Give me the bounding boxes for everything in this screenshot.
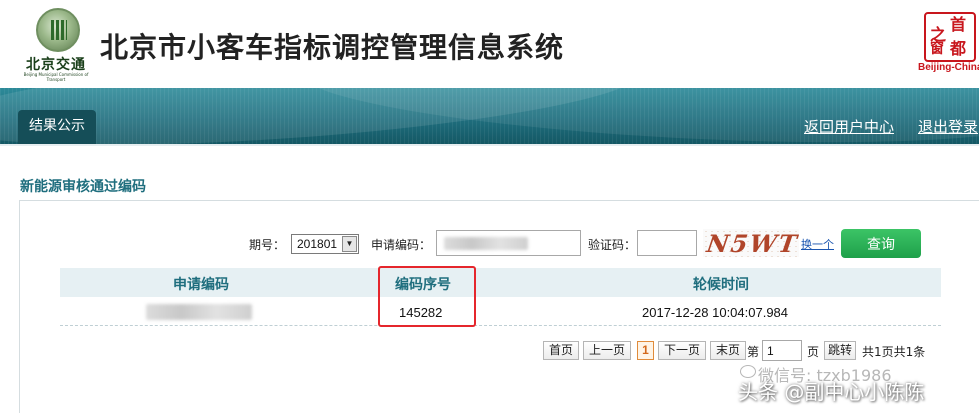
next-page-button[interactable]: 下一页: [658, 341, 706, 360]
redacted-code-input-value: [444, 237, 528, 250]
captcha-image[interactable]: N5WT: [703, 229, 799, 257]
captcha-input[interactable]: [637, 230, 697, 256]
chevron-down-icon: ▼: [342, 236, 357, 252]
capital-window-logo: 首 之 都 窗 Beijing-China: [918, 10, 979, 74]
column-header-application-code: 申请编码: [173, 277, 229, 293]
page-title: 北京市小客车指标调控管理信息系统: [100, 31, 565, 64]
query-button[interactable]: 查询: [841, 229, 921, 258]
current-page-indicator: 1: [637, 341, 654, 360]
seal-icon: 首 之 都 窗: [924, 12, 976, 62]
goto-prefix: 第: [747, 345, 760, 359]
logo-emblem-icon: [36, 8, 80, 52]
page-header: 北京交通 Beijing Municipal Commission of Tra…: [0, 0, 979, 88]
seal-char-1: 首: [950, 15, 967, 34]
capital-window-caption: Beijing-China: [918, 62, 979, 73]
captcha-label: 验证码：: [588, 238, 637, 252]
highlight-box: [378, 266, 476, 327]
refresh-captcha-link[interactable]: 换一个: [801, 236, 834, 252]
period-select[interactable]: 201801 ▼: [291, 234, 359, 254]
page-root: 北京交通 Beijing Municipal Commission of Tra…: [0, 0, 979, 413]
row-divider: [60, 325, 941, 326]
logo-brand-text: 北京交通: [26, 57, 86, 73]
tab-result-publicity[interactable]: 结果公示: [18, 110, 96, 144]
column-header-waiting-time: 轮候时间: [693, 277, 749, 293]
period-select-value: 201801: [297, 237, 338, 251]
redacted-application-code: [146, 304, 252, 320]
prev-page-button[interactable]: 上一页: [583, 341, 631, 360]
pagination-summary: 共1页共1条: [862, 345, 926, 359]
nav-divider: [0, 144, 979, 146]
seal-char-2: 都: [950, 39, 967, 58]
logo-subtext: Beijing Municipal Commission of Transpor…: [23, 72, 89, 82]
seal-char-4: 窗: [930, 41, 944, 57]
goto-suffix: 页: [807, 345, 820, 359]
last-page-button[interactable]: 末页: [710, 341, 746, 360]
captcha-text: N5WT: [704, 229, 799, 257]
first-page-button[interactable]: 首页: [543, 341, 579, 360]
application-code-label: 申请编码：: [371, 238, 432, 252]
cell-waiting-time: 2017-12-28 10:04:07.984: [642, 305, 789, 320]
beijing-transport-logo: 北京交通 Beijing Municipal Commission of Tra…: [18, 8, 94, 82]
period-label: 期号：: [249, 238, 286, 252]
section-title: 新能源审核通过编码: [20, 179, 146, 195]
author-watermark: 头条 @副中心小陈陈: [738, 380, 925, 404]
goto-page-input[interactable]: [762, 340, 802, 361]
logout-link[interactable]: 退出登录: [918, 116, 978, 137]
jump-button[interactable]: 跳转: [824, 341, 856, 360]
back-to-user-center-link[interactable]: 返回用户中心: [804, 116, 894, 137]
